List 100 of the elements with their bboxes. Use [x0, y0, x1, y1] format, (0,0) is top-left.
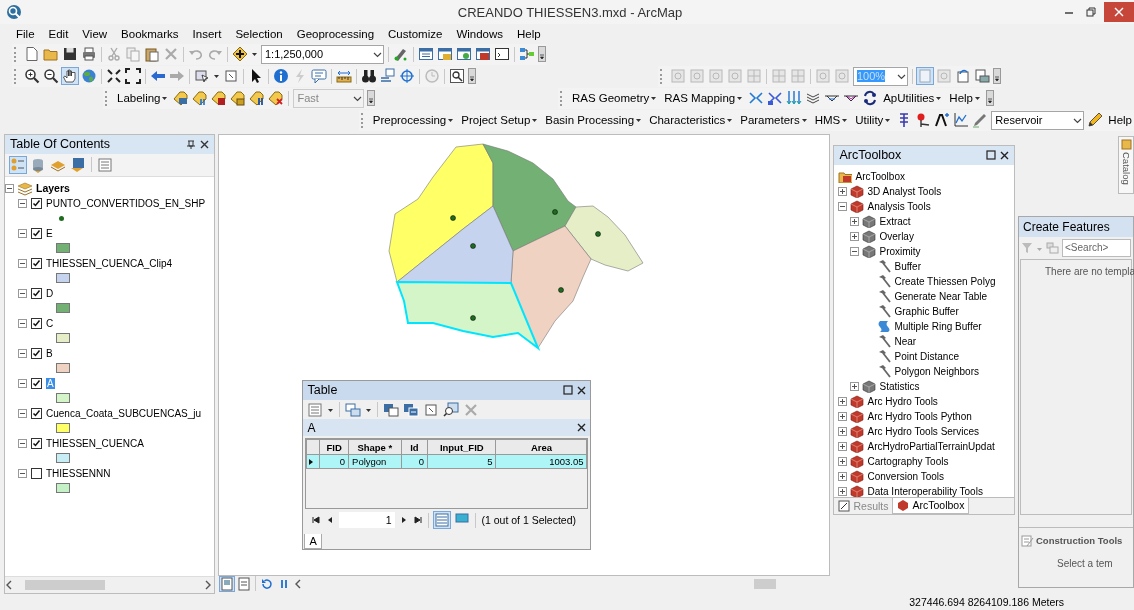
close-button[interactable] — [1104, 2, 1134, 22]
tree-item[interactable]: Polygon Neighbors — [894, 365, 979, 377]
refresh-icon[interactable] — [260, 576, 275, 591]
clear-selection-icon[interactable] — [423, 401, 440, 418]
expand-icon[interactable] — [850, 216, 860, 226]
cycle-icon[interactable] — [862, 90, 879, 107]
measure-icon[interactable] — [336, 68, 352, 85]
layers-root[interactable]: Layers — [36, 182, 70, 195]
switch-selection-icon[interactable] — [403, 401, 420, 418]
menu-item[interactable]: Insert — [185, 25, 229, 42]
collapse-icon[interactable] — [18, 348, 27, 358]
help-button[interactable]: Help — [1106, 114, 1134, 127]
save-icon[interactable] — [62, 46, 78, 63]
zoom-to-selected-icon[interactable] — [443, 401, 460, 418]
label-icon[interactable] — [230, 90, 247, 107]
popup-icon[interactable] — [311, 68, 327, 85]
table-tab[interactable]: A — [304, 533, 322, 549]
expand-icon[interactable] — [838, 486, 848, 496]
menu-item[interactable]: Edit — [41, 25, 76, 42]
tree-item[interactable]: Arc Hydro Tools Services — [867, 425, 979, 437]
find-icon[interactable] — [361, 68, 377, 85]
database-icon[interactable] — [30, 156, 46, 173]
collapse-icon[interactable] — [5, 183, 14, 193]
expand-icon[interactable] — [850, 381, 860, 391]
tree-item[interactable]: Data Interoperability Tools — [867, 485, 983, 497]
layer-name[interactable]: Cuenca_Coata_SUBCUENCAS_ju — [46, 407, 202, 419]
checkbox[interactable] — [31, 347, 42, 359]
flow-arrows-icon[interactable] — [786, 90, 803, 107]
menu-item[interactable]: Help — [510, 25, 548, 42]
clear-selection-icon[interactable] — [223, 68, 239, 85]
scale-dropdown[interactable]: 1:1,250,000 — [261, 44, 384, 64]
toolbar-menu[interactable]: Utility — [853, 112, 894, 129]
record-field[interactable]: 1 — [339, 512, 396, 529]
label-icon[interactable] — [268, 90, 285, 107]
label-icon[interactable] — [192, 90, 209, 107]
target-icon[interactable] — [399, 68, 415, 85]
column-header[interactable]: Input_FID — [427, 439, 496, 455]
checkbox[interactable] — [31, 197, 42, 209]
toolbar-menu[interactable]: HMS — [812, 112, 851, 129]
toolbar-options-icon[interactable] — [367, 90, 376, 107]
close-icon[interactable] — [577, 423, 587, 433]
menu-item[interactable]: Selection — [228, 25, 290, 42]
zoom-in-icon[interactable] — [24, 68, 40, 85]
toolbar-menu[interactable]: Characteristics — [647, 112, 736, 129]
layer-name[interactable]: D — [46, 287, 54, 299]
print-page-icon[interactable] — [974, 68, 990, 85]
collapse-icon[interactable] — [18, 318, 27, 328]
menu-item[interactable]: Windows — [449, 25, 511, 42]
pan-icon[interactable] — [62, 68, 78, 85]
expand-icon[interactable] — [838, 456, 848, 466]
column-header[interactable]: Id — [401, 439, 428, 455]
window-icon[interactable] — [475, 46, 491, 63]
menu-item[interactable]: Customize — [381, 25, 450, 42]
layer-name[interactable]: THIESSEN_CUENCA_Clip4 — [46, 257, 173, 269]
expand-icon[interactable] — [838, 411, 848, 421]
toolbar-menu[interactable]: RAS Mapping — [662, 90, 746, 107]
last-record-icon[interactable] — [413, 515, 424, 526]
new-document-icon[interactable] — [24, 46, 40, 63]
select-features-icon[interactable] — [194, 68, 210, 85]
close-icon[interactable] — [1000, 150, 1009, 160]
select-by-attributes-icon[interactable] — [383, 401, 400, 418]
checkbox[interactable] — [31, 467, 42, 479]
collapse-icon[interactable] — [18, 228, 27, 238]
toolbar-menu[interactable]: Project Setup — [459, 112, 541, 129]
tree-item[interactable]: Graphic Buffer — [894, 305, 959, 317]
checkbox[interactable] — [31, 287, 42, 299]
layer-name[interactable]: C — [46, 317, 54, 329]
cross-section-icon[interactable] — [767, 90, 784, 107]
tree-item[interactable]: 3D Analyst Tools — [867, 185, 942, 197]
toolbar-menu[interactable]: RAS Geometry — [569, 90, 660, 107]
checkbox[interactable] — [31, 437, 42, 449]
toolbar-menu[interactable]: ApUtilities — [881, 90, 945, 107]
pencil-icon[interactable] — [1087, 112, 1104, 129]
tree-item[interactable]: Analysis Tools — [867, 200, 931, 212]
magnifier-window-icon[interactable] — [449, 68, 465, 85]
expand-icon[interactable] — [850, 231, 860, 241]
tree-item[interactable]: Create Thiessen Polyg — [894, 275, 996, 287]
menu-item[interactable]: Geoprocessing — [289, 25, 382, 42]
change-layout-icon[interactable] — [955, 68, 971, 85]
expand-icon[interactable] — [838, 186, 848, 196]
tree-item[interactable]: Conversion Tools — [867, 470, 944, 482]
toolbar-menu[interactable]: Parameters — [738, 112, 810, 129]
layer-name[interactable]: B — [46, 347, 53, 359]
label-icon[interactable] — [211, 90, 228, 107]
column-header[interactable]: FID — [319, 439, 349, 455]
toolbar-options-icon[interactable] — [986, 90, 994, 107]
edit-line-icon[interactable] — [972, 112, 989, 129]
layer-name[interactable]: THIESSENNN — [46, 467, 111, 479]
globe-icon[interactable] — [81, 68, 97, 85]
label-icon[interactable] — [249, 90, 266, 107]
maximize-icon[interactable] — [563, 385, 574, 396]
tree-item[interactable]: Arc Hydro Tools — [867, 395, 938, 407]
layer-name[interactable]: E — [46, 227, 53, 239]
toolbar-menu[interactable]: Basin Processing — [543, 112, 645, 129]
maximize-icon[interactable] — [986, 150, 996, 161]
add-data-icon[interactable] — [232, 46, 248, 63]
graph-icon[interactable] — [953, 112, 970, 129]
zoom-out-icon[interactable] — [43, 68, 59, 85]
expand-icon[interactable] — [838, 396, 848, 406]
toolbar-options-icon[interactable] — [468, 68, 476, 85]
